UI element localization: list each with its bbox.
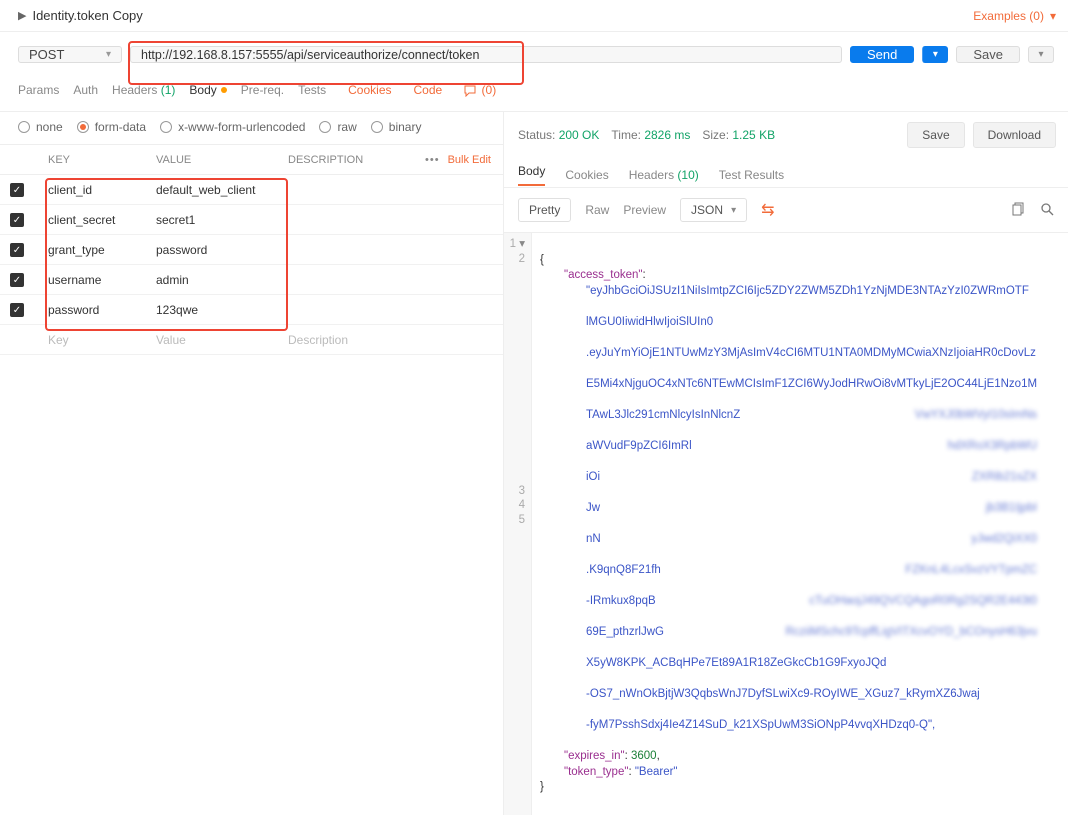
chevron-down-icon: ▾	[106, 49, 111, 60]
status-label: Status:	[518, 128, 555, 142]
send-dropdown[interactable]: ▾	[922, 46, 948, 63]
method-dropdown[interactable]: POST ▾	[18, 46, 122, 63]
search-icon[interactable]	[1040, 202, 1054, 219]
table-row[interactable]: ✓ password 123qwe	[0, 295, 503, 325]
table-row[interactable]: ✓ grant_type password	[0, 235, 503, 265]
checkbox-icon[interactable]: ✓	[10, 213, 24, 227]
tab-body[interactable]: Body	[189, 83, 226, 97]
send-button[interactable]: Send	[850, 46, 914, 63]
table-row[interactable]: ✓ username admin	[0, 265, 503, 295]
more-icon[interactable]: •••	[417, 154, 448, 166]
desc-input[interactable]: Description	[288, 333, 503, 347]
chevron-down-icon: ▾	[1050, 9, 1056, 23]
tab-headers[interactable]: Headers (1)	[112, 83, 175, 97]
body-type-raw[interactable]: raw	[319, 120, 356, 134]
radio-icon	[160, 121, 172, 133]
response-body: 1 ▾ 2 3 4 5 { "access_token": "eyJhbGciO…	[504, 233, 1068, 815]
chevron-down-icon: ▾	[1038, 49, 1043, 60]
value-cell[interactable]: secret1	[156, 213, 288, 227]
radio-icon	[371, 121, 383, 133]
radio-icon	[319, 121, 331, 133]
resp-tab-tests[interactable]: Test Results	[719, 168, 784, 182]
time-value: 2826 ms	[644, 128, 690, 142]
col-key: KEY	[48, 154, 156, 166]
save-dropdown[interactable]: ▾	[1028, 46, 1054, 63]
tab-auth[interactable]: Auth	[73, 83, 98, 97]
resp-tab-cookies[interactable]: Cookies	[565, 168, 608, 182]
key-input[interactable]: Key	[48, 333, 156, 347]
table-row[interactable]: ✓ client_secret secret1	[0, 205, 503, 235]
save-response-button[interactable]: Save	[907, 122, 964, 148]
resp-tab-body[interactable]: Body	[518, 164, 545, 186]
checkbox-icon[interactable]: ✓	[10, 273, 24, 287]
placeholder-row[interactable]: Key Value Description	[0, 325, 503, 355]
download-button[interactable]: Download	[973, 122, 1056, 148]
checkbox-icon[interactable]: ✓	[10, 243, 24, 257]
checkbox-icon[interactable]: ✓	[10, 183, 24, 197]
modified-dot-icon	[221, 87, 227, 93]
size-value: 1.25 KB	[732, 128, 775, 142]
key-cell[interactable]: username	[48, 273, 156, 287]
key-cell[interactable]: client_id	[48, 183, 156, 197]
url-input[interactable]: http://192.168.8.157:5555/api/serviceaut…	[130, 46, 842, 63]
body-type-binary[interactable]: binary	[371, 120, 422, 134]
request-name: Identity.token Copy	[32, 8, 142, 23]
save-button[interactable]: Save	[956, 46, 1020, 63]
url-value: http://192.168.8.157:5555/api/serviceaut…	[141, 48, 479, 62]
status-value: 200 OK	[559, 128, 600, 142]
value-cell[interactable]: 123qwe	[156, 303, 288, 317]
key-cell[interactable]: password	[48, 303, 156, 317]
table-row[interactable]: ✓ client_id default_web_client	[0, 175, 503, 205]
examples-dropdown[interactable]: Examples (0) ▾	[973, 9, 1056, 23]
radio-icon	[18, 121, 30, 133]
expand-arrow-icon[interactable]: ▶	[18, 9, 26, 22]
size-label: Size:	[702, 128, 729, 142]
col-desc: DESCRIPTION	[288, 154, 417, 166]
chevron-down-icon: ▾	[731, 205, 736, 216]
cookies-link[interactable]: Cookies	[348, 83, 391, 97]
wrap-lines-icon[interactable]: ⇆	[761, 200, 774, 220]
tab-prereq[interactable]: Pre-req.	[241, 83, 284, 97]
line-gutter: 1 ▾ 2 3 4 5	[504, 233, 532, 815]
comments-link[interactable]: (0)	[464, 83, 496, 97]
time-label: Time:	[611, 128, 641, 142]
view-preview[interactable]: Preview	[623, 203, 666, 217]
chevron-down-icon: ▾	[933, 49, 938, 60]
tab-tests[interactable]: Tests	[298, 83, 326, 97]
view-raw[interactable]: Raw	[585, 203, 609, 217]
radio-selected-icon	[77, 121, 89, 133]
comment-icon	[464, 85, 478, 97]
form-data-rows: ✓ client_id default_web_client ✓ client_…	[0, 175, 503, 325]
bulk-edit-link[interactable]: Bulk Edit	[448, 154, 503, 166]
format-dropdown[interactable]: JSON ▾	[680, 198, 747, 222]
key-cell[interactable]: grant_type	[48, 243, 156, 257]
view-pretty[interactable]: Pretty	[518, 198, 571, 222]
value-input[interactable]: Value	[156, 333, 288, 347]
method-label: POST	[29, 47, 64, 62]
copy-icon[interactable]	[1012, 202, 1026, 219]
checkbox-icon[interactable]: ✓	[10, 303, 24, 317]
body-type-form-data[interactable]: form-data	[77, 120, 146, 134]
code-link[interactable]: Code	[406, 79, 451, 101]
value-cell[interactable]: default_web_client	[156, 183, 288, 197]
tab-params[interactable]: Params	[18, 83, 59, 97]
value-cell[interactable]: admin	[156, 273, 288, 287]
resp-tab-headers[interactable]: Headers (10)	[629, 168, 699, 182]
value-cell[interactable]: password	[156, 243, 288, 257]
col-value: VALUE	[156, 154, 288, 166]
examples-label: Examples (0)	[973, 9, 1044, 23]
key-cell[interactable]: client_secret	[48, 213, 156, 227]
body-type-xform[interactable]: x-www-form-urlencoded	[160, 120, 305, 134]
body-type-none[interactable]: none	[18, 120, 63, 134]
